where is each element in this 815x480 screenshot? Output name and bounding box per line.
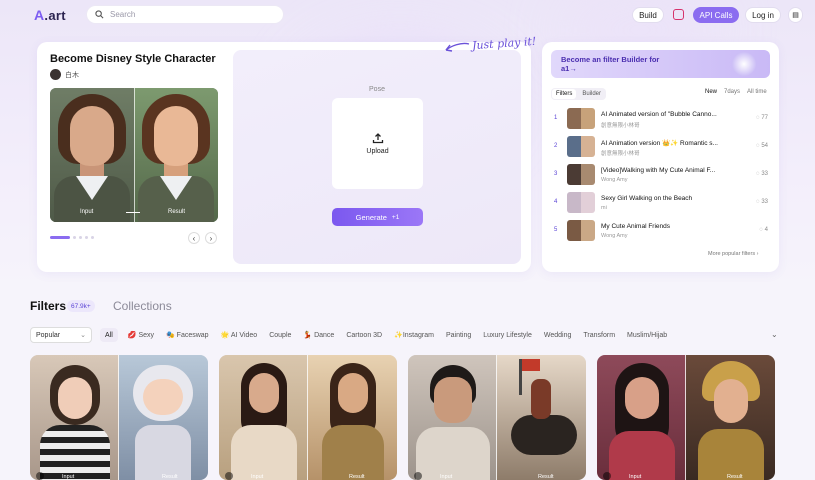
filter-card[interactable]: Input Result — [219, 355, 397, 480]
view-count: ◌ 33 — [756, 199, 768, 205]
pose-label: Pose — [369, 86, 385, 93]
more-popular-filters-link[interactable]: More popular filters › — [708, 251, 758, 257]
sort-select[interactable]: Popular ⌄ — [30, 327, 92, 343]
list-item[interactable]: 3 [Video]Walking with My Cute Animal F..… — [551, 164, 770, 186]
collections-tab[interactable]: Collections — [113, 299, 172, 313]
search-icon — [95, 10, 104, 19]
top-nav: A.art Search Build API Calls Log in ▤ — [0, 0, 815, 30]
search-placeholder: Search — [110, 10, 136, 19]
filter-card[interactable]: Input Result — [30, 355, 208, 480]
tag-painting[interactable]: Painting — [444, 328, 473, 342]
build-button[interactable]: Build — [632, 7, 664, 23]
tag-couple[interactable]: Couple — [267, 328, 293, 342]
play-icon[interactable] — [603, 472, 611, 480]
upload-button[interactable]: Upload — [332, 98, 423, 189]
timeframe-7days[interactable]: 7days — [724, 89, 740, 95]
tag-sexy[interactable]: 💋 Sexy — [126, 328, 156, 342]
tag-luxury-lifestyle[interactable]: Luxury Lifestyle — [481, 328, 534, 342]
thumbnail — [567, 220, 595, 241]
tab-builder[interactable]: Builder — [578, 89, 605, 99]
thumbnail — [567, 136, 595, 157]
play-icon[interactable] — [225, 472, 233, 480]
timeframe-all-time[interactable]: All time — [747, 89, 767, 95]
tag-muslim-hijab[interactable]: Muslim/Hijab — [625, 328, 669, 342]
filter-tags: All 💋 Sexy 🎭 Faceswap 🌟 AI Video Couple … — [100, 328, 669, 342]
list-item[interactable]: 1 AI Animated version of "Bubble Canno..… — [551, 108, 770, 130]
filters-count-badge: 67.9k+ — [67, 300, 95, 312]
instagram-icon[interactable] — [673, 9, 684, 20]
tag-instagram[interactable]: ✨Instagram — [392, 328, 436, 342]
api-calls-button[interactable]: API Calls — [693, 7, 739, 23]
tag-transform[interactable]: Transform — [581, 328, 617, 342]
tag-cartoon-3d[interactable]: Cartoon 3D — [344, 328, 384, 342]
logo[interactable]: A.art — [34, 7, 66, 23]
builder-promo[interactable]: Become an filter Builder for a1→ — [551, 50, 770, 78]
view-count: ◌ 54 — [756, 143, 768, 149]
list-item[interactable]: 5 My Cute Animal Friends Wong Amy ◌ 4 — [551, 220, 770, 242]
tag-dance[interactable]: 💃 Dance — [301, 328, 336, 342]
view-count: ◌ 33 — [756, 171, 768, 177]
avatar — [50, 69, 61, 80]
list-item[interactable]: 2 AI Animation version 👑✨ Romantic s... … — [551, 136, 770, 158]
tag-ai-video[interactable]: 🌟 AI Video — [219, 328, 260, 342]
thumbnail — [567, 108, 595, 129]
upload-icon — [372, 133, 383, 144]
thumbnail — [567, 192, 595, 213]
filter-builder-toggle: Filters Builder — [551, 88, 607, 100]
tag-faceswap[interactable]: 🎭 Faceswap — [164, 328, 211, 342]
filter-card[interactable]: Input Result — [597, 355, 775, 480]
tag-all[interactable]: All — [100, 328, 118, 342]
thumbnail — [567, 164, 595, 185]
result-label: Result — [168, 209, 186, 215]
result-image — [134, 88, 218, 222]
filters-heading[interactable]: Filters — [30, 299, 66, 313]
sort-value: Popular — [36, 331, 61, 339]
upload-label: Upload — [366, 148, 389, 155]
arrow-icon — [445, 42, 470, 52]
login-button[interactable]: Log in — [745, 7, 781, 23]
generate-label: Generate — [355, 212, 387, 222]
next-arrow-icon[interactable]: › — [205, 232, 217, 244]
filter-card[interactable]: Input Result — [408, 355, 586, 480]
promo-text: Become an filter Builder for a1→ — [561, 55, 660, 73]
feature-title: Become Disney Style Character — [50, 53, 216, 65]
before-after-preview: Input Result — [50, 88, 218, 222]
play-icon[interactable] — [414, 472, 422, 480]
prev-arrow-icon[interactable]: ‹ — [188, 232, 200, 244]
carousel-dots[interactable] — [50, 236, 94, 239]
view-count: ◌ 4 — [759, 227, 768, 233]
generate-cost: +1 — [391, 213, 400, 221]
author-name: 白木 — [65, 71, 79, 79]
search-input[interactable]: Search — [86, 5, 284, 24]
play-icon[interactable] — [36, 472, 44, 480]
menu-icon[interactable]: ▤ — [788, 7, 803, 23]
generate-button[interactable]: Generate +1 — [332, 208, 423, 226]
author[interactable]: 白木 — [50, 69, 79, 80]
tag-wedding[interactable]: Wedding — [542, 328, 574, 342]
expand-tags-icon[interactable]: ⌄ — [771, 330, 778, 339]
view-count: ◌ 77 — [756, 115, 768, 121]
promo-graphic — [732, 52, 756, 76]
input-image — [50, 88, 134, 222]
timeframe-new[interactable]: New — [705, 89, 717, 95]
input-label: Input — [80, 209, 94, 215]
list-item[interactable]: 4 Sexy Girl Walking on the Beach mi ◌ 33 — [551, 192, 770, 214]
tab-filters[interactable]: Filters — [552, 89, 577, 99]
chevron-down-icon: ⌄ — [80, 332, 86, 339]
